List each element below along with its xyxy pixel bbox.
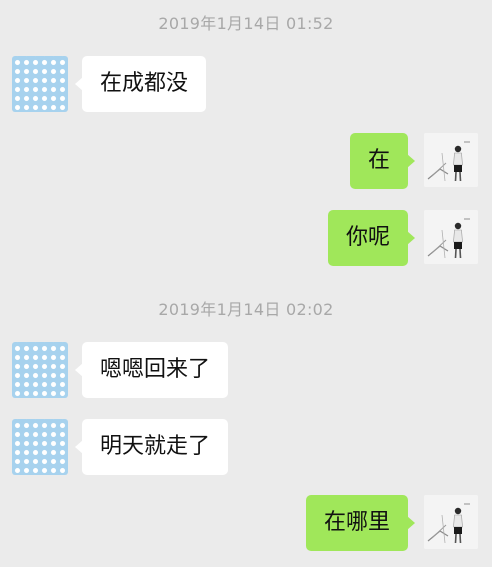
contact-avatar-icon[interactable] <box>12 56 68 112</box>
timestamp: 2019年1月14日 01:52 <box>158 14 334 33</box>
message-bubble[interactable]: 你呢 <box>327 210 416 266</box>
self-avatar-icon[interactable] <box>424 495 478 549</box>
self-avatar-icon[interactable] <box>424 133 478 187</box>
contact-avatar-icon[interactable] <box>12 419 68 475</box>
message-bubble[interactable]: 在 <box>349 133 416 189</box>
message-bubble[interactable]: 在哪里 <box>305 495 416 551</box>
contact-avatar-icon[interactable] <box>12 342 68 398</box>
message-bubble[interactable]: 嗯嗯回来了 <box>74 342 229 398</box>
timestamp: 2019年1月14日 02:02 <box>158 300 334 319</box>
self-avatar-icon[interactable] <box>424 210 478 264</box>
message-bubble[interactable]: 明天就走了 <box>74 419 229 475</box>
message-bubble[interactable]: 在成都没 <box>74 56 207 112</box>
